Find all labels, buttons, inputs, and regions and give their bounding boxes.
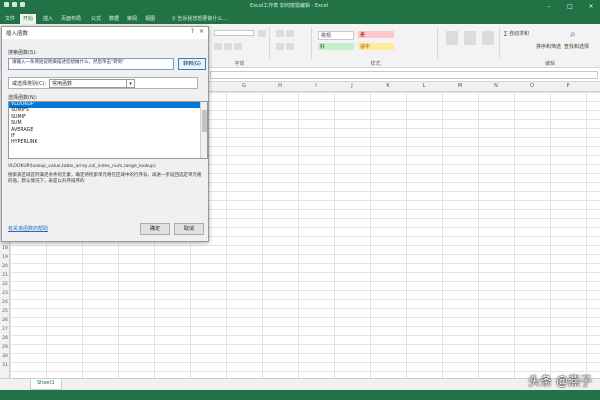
formula-input[interactable]	[210, 71, 598, 79]
format-cells-button[interactable]	[482, 31, 494, 45]
align-middle-button[interactable]	[286, 30, 294, 37]
row-header[interactable]: 24	[0, 300, 10, 305]
row-header[interactable]: 27	[0, 327, 10, 332]
row-header[interactable]: 19	[0, 255, 10, 260]
window-title: Excel工作表 如何按需编辑 - Excel	[250, 3, 329, 9]
save-icon[interactable]	[4, 2, 9, 7]
font-group: 字体	[210, 27, 270, 67]
sheet-tab[interactable]: Sheet1	[30, 379, 62, 390]
function-help-link[interactable]: 有关该函数的帮助	[8, 225, 48, 232]
tab-formulas[interactable]: 公式	[88, 14, 104, 23]
tab-insert[interactable]: 插入	[40, 14, 56, 23]
tell-me-search[interactable]: ♀ 告诉我您想要做什么...	[172, 15, 227, 22]
category-row: 或选择类别(C): 常用函数 ▾	[8, 77, 198, 89]
quick-access-toolbar[interactable]	[4, 2, 30, 10]
function-search-input[interactable]: 请输入一条简短说明来描述您想做什么，然后单击"转到"	[8, 58, 174, 70]
row-header[interactable]: 31	[0, 363, 10, 368]
style-normal[interactable]: 常规	[318, 31, 354, 40]
tab-view[interactable]: 视图	[142, 14, 158, 23]
search-label: 搜索函数(S):	[8, 50, 37, 56]
chevron-down-icon[interactable]: ▾	[127, 79, 135, 88]
maximize-button[interactable]: □	[565, 1, 575, 11]
insert-function-dialog: 插入函数 ? × 搜索函数(S): 请输入一条简短说明来描述您想做什么，然后单击…	[1, 26, 209, 242]
tab-home[interactable]: 开始	[20, 14, 37, 24]
goto-button[interactable]: 转到(G)	[178, 58, 206, 70]
tab-data[interactable]: 数据	[106, 14, 122, 23]
title-bar: Excel工作表 如何按需编辑 - Excel – □ ×	[0, 0, 600, 12]
cells-group	[440, 27, 500, 59]
function-description: 搜索表区域首列满足条件的元素，确定待检索单元格在区域中的行序号，再进一步返回选定…	[8, 173, 202, 184]
tab-review[interactable]: 审阅	[124, 14, 140, 23]
row-header[interactable]: 29	[0, 345, 10, 350]
row-header[interactable]: 21	[0, 273, 10, 278]
insert-cells-button[interactable]	[446, 31, 458, 45]
category-label: 或选择类别(C):	[12, 81, 47, 87]
find-select-button[interactable]: 查找和选择	[564, 43, 589, 50]
styles-group-label: 样式	[370, 61, 381, 67]
align-center-button[interactable]	[286, 43, 294, 50]
editing-group: ∑ 自动求和 排序和筛选 查找和选择 ⌕ 编辑	[502, 27, 598, 67]
style-neutral[interactable]: 适中	[358, 43, 394, 50]
font-size-button[interactable]	[258, 30, 266, 37]
cancel-button[interactable]: 取消	[174, 223, 204, 235]
underline-button[interactable]	[234, 43, 242, 50]
align-left-button[interactable]	[276, 43, 284, 50]
row-header[interactable]: 23	[0, 291, 10, 296]
column-header[interactable]: H	[262, 83, 298, 89]
ribbon-tab-bar: 文件 开始 插入 页面布局 公式 数据 审阅 视图 ♀ 告诉我您想要做什么...	[0, 12, 600, 24]
column-header[interactable]: P	[550, 83, 586, 89]
row-header[interactable]: 26	[0, 318, 10, 323]
window-controls: – □ ×	[544, 1, 596, 11]
tab-file[interactable]: 文件	[2, 14, 18, 23]
redo-icon[interactable]	[20, 2, 25, 7]
column-header[interactable]: K	[370, 83, 406, 89]
dialog-title-bar[interactable]: 插入函数 ? ×	[2, 27, 208, 39]
row-header[interactable]: 22	[0, 282, 10, 287]
watermark: 头条 @燕子	[528, 374, 592, 388]
alignment-group	[272, 27, 312, 59]
minimize-button[interactable]: –	[544, 1, 554, 11]
ok-button[interactable]: 确定	[140, 223, 170, 235]
dialog-title: 插入函数	[6, 31, 29, 37]
close-icon[interactable]: ×	[199, 28, 204, 35]
autosum-button[interactable]: ∑ 自动求和	[504, 30, 529, 37]
row-header[interactable]: 18	[0, 246, 10, 251]
function-list-item[interactable]: HYPERLINK	[9, 140, 207, 146]
tab-page-layout[interactable]: 页面布局	[58, 14, 84, 23]
italic-button[interactable]	[224, 43, 232, 50]
column-header[interactable]: N	[478, 83, 514, 89]
column-header[interactable]: O	[514, 83, 550, 89]
bold-button[interactable]	[214, 43, 222, 50]
align-top-button[interactable]	[276, 30, 284, 37]
font-group-label: 字体	[234, 61, 245, 67]
column-header[interactable]: M	[442, 83, 478, 89]
function-list[interactable]: VLOOKUP SUMIFS SUMIF SUM AVERAGE IF HYPE…	[8, 101, 208, 159]
row-header[interactable]: 25	[0, 309, 10, 314]
undo-icon[interactable]	[12, 2, 17, 7]
column-header[interactable]: G	[226, 83, 262, 89]
column-header[interactable]: J	[334, 83, 370, 89]
row-header[interactable]: 20	[0, 264, 10, 269]
row-header[interactable]: 30	[0, 354, 10, 359]
column-header[interactable]: I	[298, 83, 334, 89]
help-icon[interactable]: ?	[191, 28, 194, 35]
row-header[interactable]: 28	[0, 336, 10, 341]
sheet-tab-bar: Sheet1	[0, 378, 600, 390]
style-good[interactable]: 好	[318, 43, 354, 50]
status-bar	[0, 390, 600, 400]
category-select[interactable]: 常用函数	[49, 79, 127, 88]
list-scrollbar[interactable]	[200, 102, 207, 158]
font-name-box[interactable]	[214, 30, 254, 36]
style-bad[interactable]: 差	[358, 31, 394, 38]
editing-group-label: 编辑	[544, 61, 555, 67]
delete-cells-button[interactable]	[464, 31, 476, 45]
column-header[interactable]: L	[406, 83, 442, 89]
sort-filter-button[interactable]: 排序和筛选	[536, 43, 561, 50]
function-signature: VLOOKUP(lookup_value,table_array,col_ind…	[8, 164, 156, 169]
styles-group: 常规 差 好 适中 样式	[314, 27, 438, 67]
close-window-button[interactable]: ×	[586, 1, 596, 11]
search-icon[interactable]: ⌕	[570, 29, 576, 40]
scrollbar-thumb[interactable]	[202, 110, 207, 132]
function-list-label: 选择函数(N):	[8, 95, 38, 101]
